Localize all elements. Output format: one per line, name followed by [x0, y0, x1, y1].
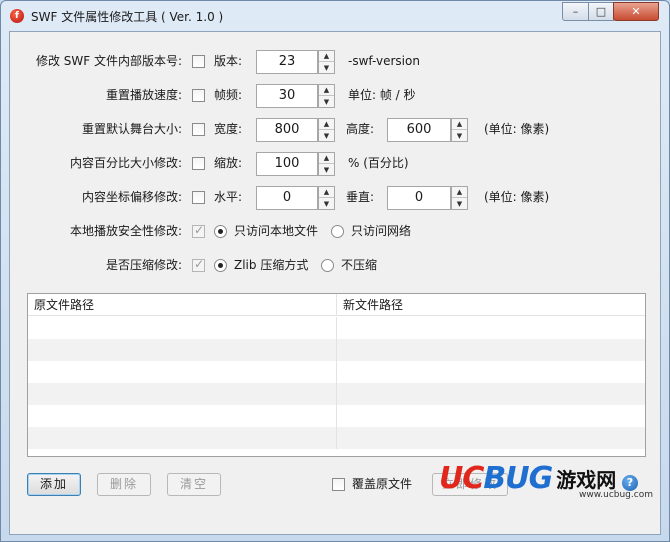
watermark-bug: BUG — [483, 460, 553, 496]
version-unit: -swf-version — [348, 54, 420, 68]
framerate-input[interactable]: 30 — [256, 84, 318, 108]
clear-button[interactable]: 清空 — [167, 473, 221, 496]
stage-height-spinner-arrows: ▲ ▼ — [451, 118, 468, 142]
stage-width-input[interactable]: 800 — [256, 118, 318, 142]
scale-input[interactable]: 100 — [256, 152, 318, 176]
compress-checkbox[interactable] — [192, 257, 205, 272]
close-button[interactable]: ✕ — [613, 2, 659, 21]
spin-up-icon[interactable]: ▲ — [319, 119, 334, 130]
site-watermark: UC BUG 游戏网 www.ucbug.com — [439, 457, 665, 501]
offset-checkbox[interactable] — [192, 191, 205, 204]
security-option-network: 只访问网络 — [351, 224, 412, 238]
security-checkbox[interactable] — [192, 223, 205, 238]
app-window: f SWF 文件属性修改工具 ( Ver. 1.0 ) – □ ✕ 修改 SWF… — [0, 0, 670, 542]
spin-up-icon[interactable]: ▲ — [319, 85, 334, 96]
offset-x-label: 水平: — [214, 190, 243, 204]
watermark-url: www.ucbug.com — [579, 490, 653, 500]
stage-row-label: 重置默认舞台大小: — [81, 122, 182, 136]
security-row-label: 本地播放安全性修改: — [69, 224, 182, 238]
table-row — [28, 405, 645, 427]
scale-unit: % (百分比) — [348, 156, 409, 170]
flash-app-icon: f — [10, 9, 24, 23]
spin-up-icon[interactable]: ▲ — [319, 153, 334, 164]
title-bar[interactable]: f SWF 文件属性修改工具 ( Ver. 1.0 ) – □ ✕ — [1, 1, 669, 31]
stage-width-label: 宽度: — [214, 122, 243, 136]
offset-y-spinner-arrows: ▲ ▼ — [451, 186, 468, 210]
file-list-table[interactable]: 原文件路径 新文件路径 — [27, 293, 646, 457]
offset-x-spinner-arrows: ▲ ▼ — [318, 186, 335, 210]
version-checkbox-label: 版本: — [214, 54, 243, 68]
minimize-button[interactable]: – — [562, 2, 589, 21]
spin-down-icon[interactable]: ▼ — [319, 96, 334, 107]
column-header-source[interactable]: 原文件路径 — [28, 294, 337, 316]
table-row — [28, 383, 645, 405]
stage-width-spinner-arrows: ▲ ▼ — [318, 118, 335, 142]
table-row — [28, 317, 645, 339]
scale-row-label: 内容百分比大小修改: — [69, 156, 182, 170]
offset-y-label: 垂直: — [346, 190, 375, 204]
add-button[interactable]: 添加 — [27, 473, 81, 496]
spin-down-icon[interactable]: ▼ — [452, 130, 467, 141]
stage-height-label: 高度: — [346, 122, 375, 136]
table-row — [28, 361, 645, 383]
spin-down-icon[interactable]: ▼ — [319, 130, 334, 141]
spin-down-icon[interactable]: ▼ — [319, 62, 334, 73]
spin-up-icon[interactable]: ▲ — [452, 119, 467, 130]
offset-unit: (单位: 像素) — [484, 190, 550, 204]
spin-down-icon[interactable]: ▼ — [319, 164, 334, 175]
compress-option-zlib: Zlib 压缩方式 — [234, 258, 309, 272]
spin-up-icon[interactable]: ▲ — [452, 187, 467, 198]
framerate-unit: 单位: 帧 / 秒 — [348, 88, 416, 102]
security-option-local: 只访问本地文件 — [234, 224, 319, 238]
stage-unit: (单位: 像素) — [484, 122, 550, 136]
stage-checkbox[interactable] — [192, 123, 205, 136]
spin-down-icon[interactable]: ▼ — [319, 198, 334, 209]
framerate-row-label: 重置播放速度: — [105, 88, 182, 102]
maximize-button[interactable]: □ — [588, 2, 614, 21]
overwrite-label: 覆盖原文件 — [352, 477, 413, 491]
compress-option-none: 不压缩 — [341, 258, 378, 272]
stage-height-input[interactable]: 600 — [387, 118, 451, 142]
watermark-cn: 游戏网 — [556, 467, 617, 492]
security-radio-network[interactable] — [331, 225, 344, 238]
offset-row-label: 内容坐标偏移修改: — [81, 190, 182, 204]
window-title: SWF 文件属性修改工具 ( Ver. 1.0 ) — [31, 10, 224, 24]
delete-button[interactable]: 删除 — [97, 473, 151, 496]
spin-up-icon[interactable]: ▲ — [319, 187, 334, 198]
table-header: 原文件路径 新文件路径 — [28, 294, 645, 316]
watermark-uc: UC — [439, 460, 484, 496]
table-row — [28, 339, 645, 361]
security-radio-local[interactable] — [214, 225, 227, 238]
version-input[interactable]: 23 — [256, 50, 318, 74]
offset-x-input[interactable]: 0 — [256, 186, 318, 210]
version-checkbox[interactable] — [192, 55, 205, 68]
column-header-target[interactable]: 新文件路径 — [337, 294, 645, 316]
compress-row-label: 是否压缩修改: — [105, 258, 182, 272]
spin-down-icon[interactable]: ▼ — [452, 198, 467, 209]
framerate-spinner-arrows: ▲ ▼ — [318, 84, 335, 108]
framerate-checkbox[interactable] — [192, 89, 205, 102]
spin-up-icon[interactable]: ▲ — [319, 51, 334, 62]
version-spinner-arrows: ▲ ▼ — [318, 50, 335, 74]
scale-checkbox-label: 缩放: — [214, 156, 243, 170]
version-row-label: 修改 SWF 文件内部版本号: — [35, 54, 182, 68]
scale-spinner-arrows: ▲ ▼ — [318, 152, 335, 176]
framerate-checkbox-label: 帧频: — [214, 88, 243, 102]
compress-radio-zlib[interactable] — [214, 259, 227, 272]
compress-radio-none[interactable] — [321, 259, 334, 272]
offset-y-input[interactable]: 0 — [387, 186, 451, 210]
scale-checkbox[interactable] — [192, 157, 205, 170]
overwrite-checkbox[interactable] — [332, 478, 345, 491]
table-row — [28, 427, 645, 449]
